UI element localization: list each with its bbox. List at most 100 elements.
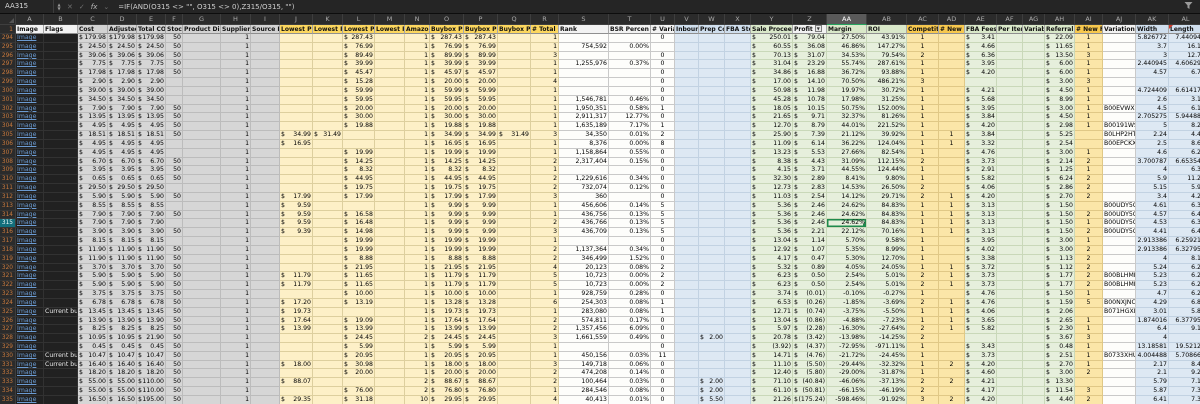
cell-AJ307[interactable] [1103,149,1136,158]
cell-AK308[interactable]: 3.700787 [1136,158,1169,167]
cell-Q330[interactable] [498,352,531,361]
cell-AF329[interactable] [997,343,1023,352]
cell-B301[interactable] [44,96,78,105]
cell-B311[interactable] [44,184,78,193]
cell-W314[interactable] [699,211,725,220]
field-header-P[interactable]: Buybox Pri [464,25,498,34]
cell-A327[interactable]: Image [16,325,44,334]
cell-L326[interactable]: $19.09 [343,317,375,326]
cell-R317[interactable]: 1 [531,237,559,246]
cell-F307[interactable] [166,149,183,158]
cell-AK296[interactable]: 3 [1136,52,1169,61]
cell-P324[interactable]: $13.28 [464,299,498,308]
field-header-R[interactable]: # Total Offe [531,25,559,34]
cell-AA297[interactable]: 55.74% [827,60,867,69]
profit-sort-filter-icon[interactable]: ▼ [815,25,822,32]
cell-M327[interactable] [375,325,405,334]
cell-AG320[interactable] [1023,264,1045,273]
col-header-AI[interactable]: AI [1075,14,1103,25]
cell-U319[interactable]: 0 [651,255,675,264]
cell-U329[interactable]: 0 [651,343,675,352]
cell-M332[interactable] [375,369,405,378]
cell-C309[interactable]: $3.95 [78,166,108,175]
cell-AK320[interactable]: 5.24 [1136,264,1169,273]
cell-P295[interactable]: $76.99 [464,43,498,52]
cell-G311[interactable] [183,184,221,193]
cell-H310[interactable]: 1 [221,175,251,184]
cell-X304[interactable] [725,122,751,131]
image-link[interactable]: Image [17,175,36,182]
cell-V310[interactable] [675,175,699,184]
cell-AC302[interactable]: 1 [907,105,939,114]
cell-E318[interactable]: $11.90 [137,246,166,255]
cell-AK334[interactable]: 5.87 [1136,387,1169,396]
cell-AA296[interactable]: 34.53% [827,52,867,61]
image-link[interactable]: Image [17,158,36,165]
cell-S326[interactable]: 574,811 [559,317,609,326]
cell-C316[interactable]: $3.90 [78,228,108,237]
cell-AD307[interactable] [939,149,965,158]
cell-O328[interactable]: $24.45 [430,334,464,343]
cell-L321[interactable]: $11.65 [343,272,375,281]
cell-X297[interactable] [725,60,751,69]
cell-AI318[interactable]: 2 [1075,246,1103,255]
cell-M319[interactable] [375,255,405,264]
cell-B308[interactable] [44,158,78,167]
cell-B312[interactable] [44,193,78,202]
cell-A321[interactable]: Image [16,272,44,281]
cell-N295[interactable]: 1 [405,43,430,52]
cell-B309[interactable] [44,166,78,175]
cell-AB300[interactable]: 30.72% [867,87,907,96]
cell-T306[interactable]: 0.00% [609,140,651,149]
cell-G333[interactable] [183,378,221,387]
cell-O329[interactable]: $5.99 [430,343,464,352]
cell-AA332[interactable]: -29.00% [827,369,867,378]
cell-C326[interactable]: $13.90 [78,317,108,326]
cell-Y307[interactable]: $13.23 [751,149,793,158]
cell-Q322[interactable] [498,281,531,290]
cell-T322[interactable]: 0.00% [609,281,651,290]
cell-T299[interactable] [609,78,651,87]
cell-AG334[interactable] [1023,387,1045,396]
cell-Y332[interactable]: $12.40 [751,369,793,378]
cell-W326[interactable] [699,317,725,326]
cell-M311[interactable] [375,184,405,193]
cell-U297[interactable]: 0 [651,60,675,69]
cell-V317[interactable] [675,237,699,246]
cell-J300[interactable] [280,87,313,96]
cell-AJ317[interactable] [1103,237,1136,246]
enter-icon[interactable]: ✓ [76,3,88,11]
cell-AH312[interactable]: $2.70 [1045,193,1075,202]
cell-AG302[interactable] [1023,105,1045,114]
cell-U332[interactable]: 0 [651,369,675,378]
cell-N323[interactable]: 1 [405,290,430,299]
cell-O326[interactable]: $17.64 [430,317,464,326]
cell-V302[interactable] [675,105,699,114]
cell-F320[interactable]: 50 [166,264,183,273]
cell-AK335[interactable]: 6.41 [1136,396,1169,404]
cell-AA326[interactable]: -4.88% [827,317,867,326]
cell-AD313[interactable]: 1 [939,202,965,211]
cell-Y299[interactable]: $17.00 [751,78,793,87]
cell-L310[interactable]: $44.95 [343,175,375,184]
cell-B327[interactable] [44,325,78,334]
cell-R323[interactable]: 1 [531,290,559,299]
cell-I332[interactable] [251,369,280,378]
cell-X312[interactable] [725,193,751,202]
cell-AA329[interactable]: -72.95% [827,343,867,352]
cell-Q329[interactable] [498,343,531,352]
cell-U328[interactable]: 0 [651,334,675,343]
cell-Z306[interactable]: $6.14 [793,140,827,149]
cell-AE323[interactable]: $4.76 [965,290,997,299]
cell-R330[interactable]: 1 [531,352,559,361]
cell-AD300[interactable] [939,87,965,96]
cell-G309[interactable] [183,166,221,175]
col-header-T[interactable]: T [609,14,651,25]
cell-R314[interactable]: 1 [531,211,559,220]
cell-AB311[interactable]: 26.50% [867,184,907,193]
cell-AE313[interactable]: $3.13 [965,202,997,211]
cell-R304[interactable]: 1 [531,122,559,131]
cell-C329[interactable]: $0.45 [78,343,108,352]
cell-AI311[interactable]: 2 [1075,184,1103,193]
cell-P304[interactable]: $19.88 [464,122,498,131]
